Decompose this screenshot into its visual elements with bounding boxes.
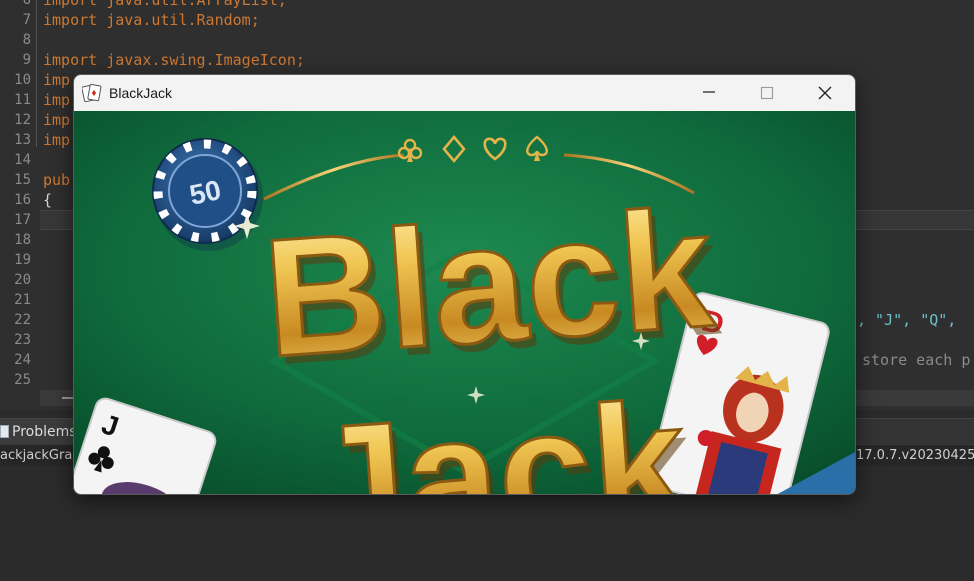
blackjack-title-artwork: 50 D J Black Black Jack Jack (74, 111, 855, 494)
line-number: 14 (14, 152, 31, 168)
game-canvas[interactable]: 50 D J Black Black Jack Jack (74, 111, 855, 494)
line-number: 15 (14, 172, 31, 188)
code-line: import java.util.ArrayList; (43, 0, 287, 9)
tab-problems-label: Problems (12, 424, 77, 440)
line-number: 9 (22, 52, 31, 68)
line-number: 10 (14, 72, 31, 88)
code-line: { (43, 191, 53, 209)
minimize-button[interactable] (680, 75, 738, 111)
code-fragment: , "J", "Q", (857, 311, 957, 329)
app-cards-icon (82, 83, 102, 103)
line-number: 6 (22, 0, 31, 8)
close-icon (818, 86, 832, 100)
line-number: 11 (14, 92, 31, 108)
line-number-gutter: 6 7 8 9 10 11 12 13 14 15 16 17 18 19 20… (0, 0, 36, 390)
code-line: import javax.swing.ImageIcon; (43, 51, 305, 69)
line-number: 16 (14, 192, 31, 208)
chip-value: 50 (187, 174, 224, 211)
code-fragment: store each p (862, 351, 971, 369)
line-number: 23 (14, 332, 31, 348)
line-number: 8 (22, 32, 31, 48)
maximize-button[interactable] (738, 75, 796, 111)
line-number: 19 (14, 252, 31, 268)
tab-problems[interactable]: Problems (0, 419, 83, 445)
code-line: imp (43, 111, 71, 129)
code-line: pub (43, 171, 71, 189)
line-number: 18 (14, 232, 31, 248)
line-number: 22 (14, 312, 31, 328)
blackjack-window: BlackJack 50 D J Black Black Jack Jack (73, 74, 856, 495)
line-number: 12 (14, 112, 31, 128)
problems-icon (0, 425, 9, 438)
code-line: imp (43, 131, 71, 149)
window-titlebar[interactable]: BlackJack (74, 75, 855, 111)
title-line-1: Black (258, 174, 719, 393)
code-line: imp (43, 71, 71, 89)
fold-marker-line (36, 0, 37, 147)
line-number: 13 (14, 132, 31, 148)
line-number: 20 (14, 272, 31, 288)
line-number: 25 (14, 372, 31, 388)
status-jre-version: 17.0.7.v20230425- (856, 448, 974, 463)
line-number: 17 (14, 212, 31, 228)
code-line: import java.util.Random; (43, 11, 260, 29)
status-project-name: ackjackGra (0, 448, 73, 463)
minimize-icon (703, 91, 715, 93)
line-number: 24 (14, 352, 31, 368)
game-title: Black Black Jack Jack (257, 172, 725, 494)
window-title: BlackJack (109, 85, 173, 101)
line-number: 21 (14, 292, 31, 308)
close-button[interactable] (796, 75, 854, 111)
line-number: 7 (22, 12, 31, 28)
code-line: imp (43, 91, 71, 109)
maximize-icon (760, 86, 774, 100)
